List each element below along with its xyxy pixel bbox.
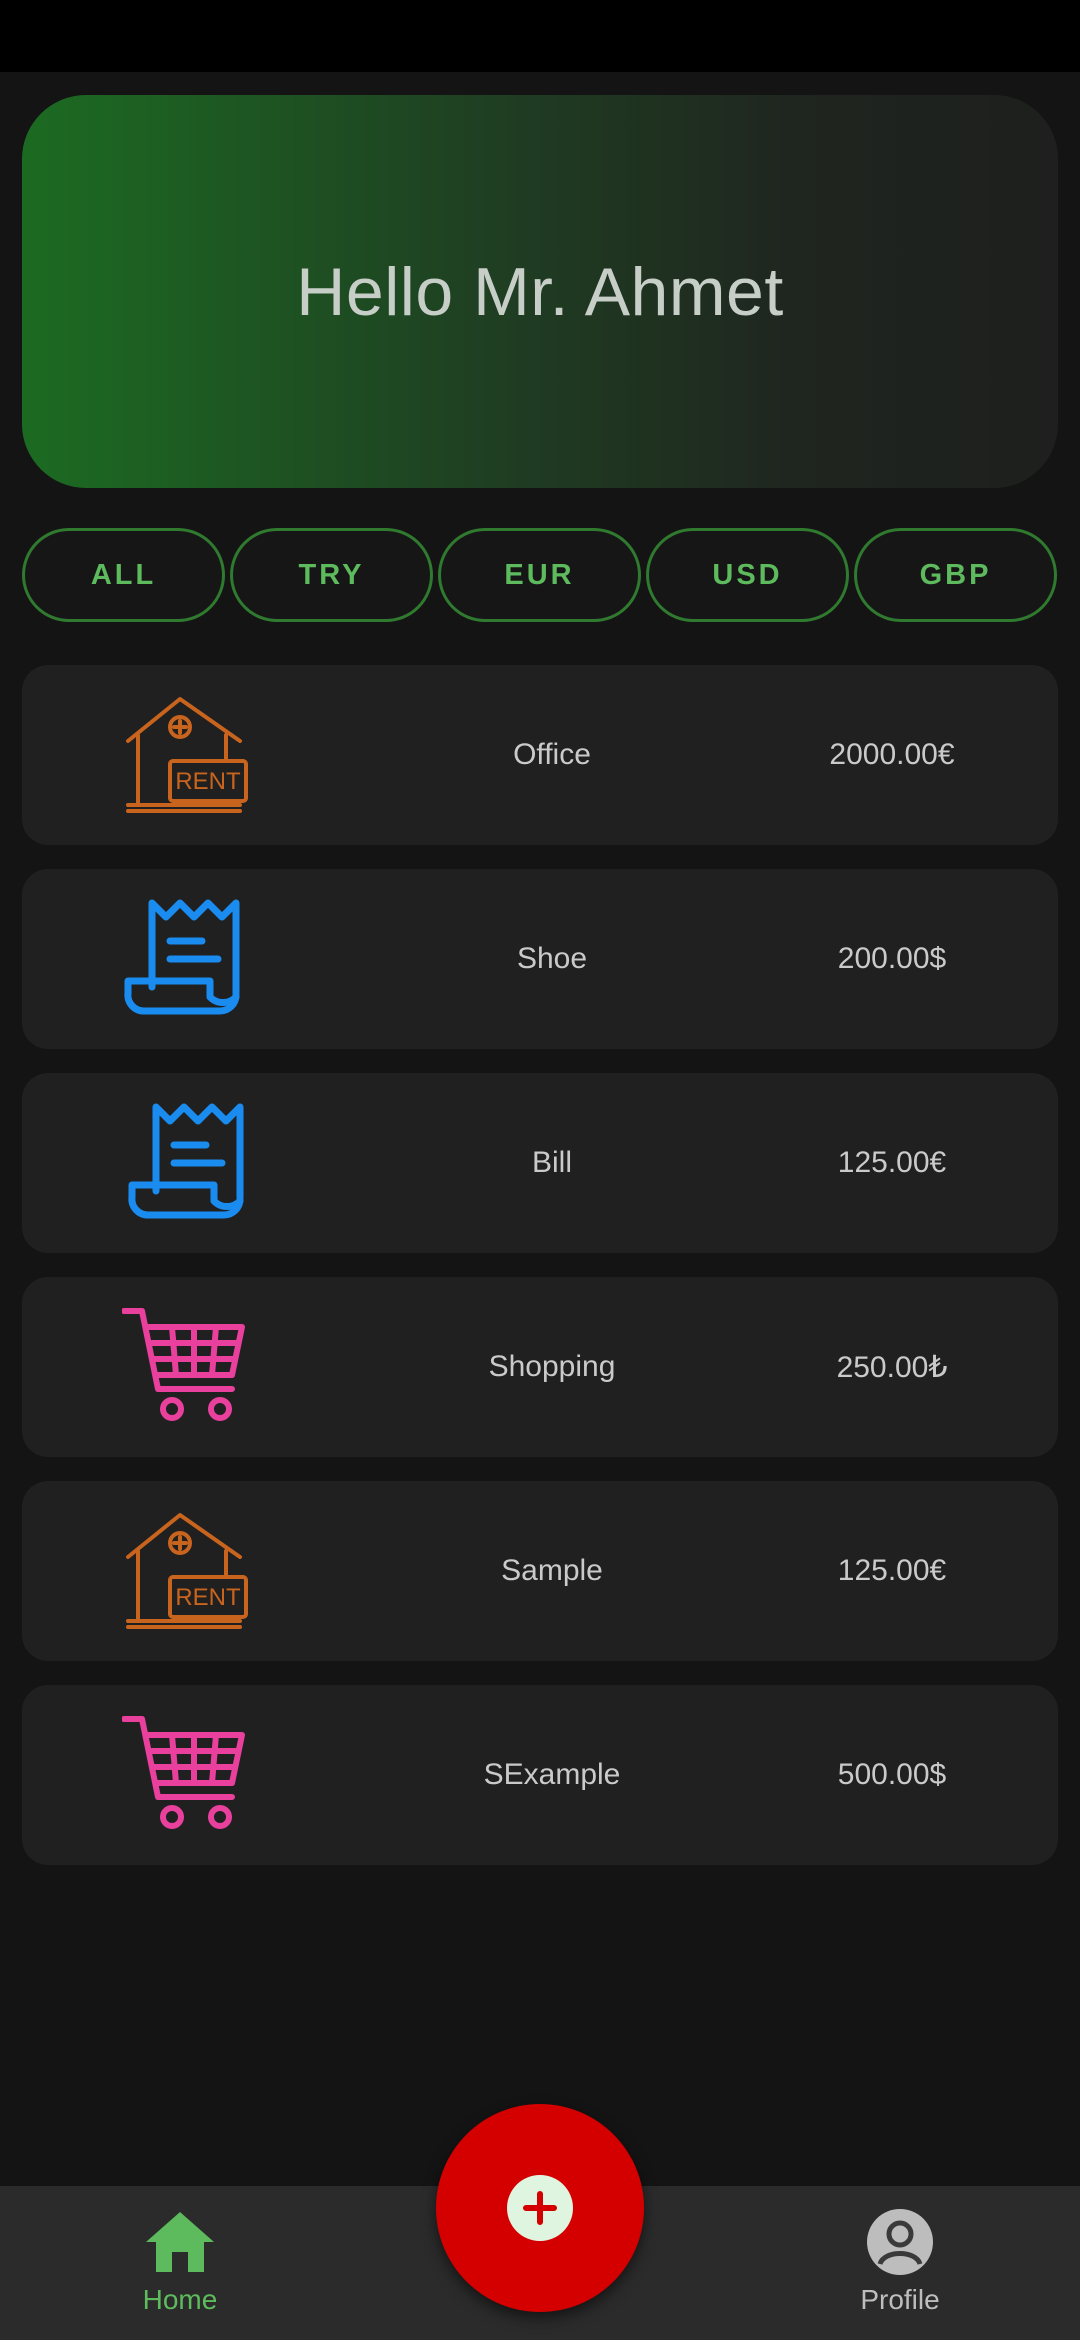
expense-name: Shoe: [516, 942, 588, 975]
expense-row[interactable]: SExample 500.00$: [22, 1685, 1058, 1865]
expense-name: Office: [513, 738, 591, 771]
filter-chip-gbp[interactable]: GBP: [854, 528, 1057, 622]
add-expense-button[interactable]: [436, 2104, 644, 2312]
receipt-icon: [122, 897, 252, 1021]
filter-chip-eur[interactable]: EUR: [438, 528, 641, 622]
expense-row[interactable]: Shopping 250.00₺: [22, 1277, 1058, 1457]
greeting-title: Hello Mr. Ahmet: [296, 253, 784, 330]
expense-name: Bill: [531, 1146, 572, 1179]
filter-chip-usd[interactable]: USD: [646, 528, 849, 622]
expense-amount: 125.00€: [837, 1146, 947, 1179]
svg-text:RENT: RENT: [175, 1584, 241, 1611]
nav-home[interactable]: Home: [80, 2206, 280, 2326]
expense-amount: 250.00₺: [836, 1350, 948, 1384]
nav-home-label: Home: [142, 2284, 218, 2315]
expense-name: SExample: [483, 1758, 621, 1791]
expense-amount: 200.00$: [837, 942, 947, 975]
filter-chip-try[interactable]: TRY: [230, 528, 433, 622]
status-bar: [0, 0, 1080, 72]
expense-amount: 125.00€: [837, 1554, 947, 1587]
expense-amount: 2000.00€: [829, 738, 955, 771]
plus-icon: [507, 2175, 573, 2241]
rent-house-icon: RENT: [122, 693, 252, 817]
expense-row[interactable]: RENT Sample 125.00€: [22, 1481, 1058, 1661]
nav-profile-label: Profile: [860, 2284, 940, 2315]
receipt-icon: [122, 1101, 252, 1225]
filter-chip-all[interactable]: ALL: [22, 528, 225, 622]
expense-row[interactable]: Shoe 200.00$: [22, 869, 1058, 1049]
expense-amount: 500.00$: [837, 1758, 947, 1791]
home-icon: [146, 2212, 214, 2272]
svg-text:RENT: RENT: [175, 768, 241, 795]
rent-house-icon: RENT: [122, 1509, 252, 1633]
expense-row[interactable]: Bill 125.00€: [22, 1073, 1058, 1253]
expense-name: Sample: [501, 1554, 603, 1587]
shopping-cart-icon: [122, 1713, 252, 1837]
profile-avatar-icon: [867, 2209, 933, 2275]
nav-profile[interactable]: Profile: [800, 2206, 1000, 2326]
shopping-cart-icon: [122, 1305, 252, 1429]
expense-row[interactable]: RENT Office 2000.00€: [22, 665, 1058, 845]
greeting-banner: Hello Mr. Ahmet: [22, 95, 1058, 488]
currency-filter-bar: ALL TRY EUR USD GBP: [22, 528, 1058, 626]
expense-name: Shopping: [488, 1350, 616, 1383]
